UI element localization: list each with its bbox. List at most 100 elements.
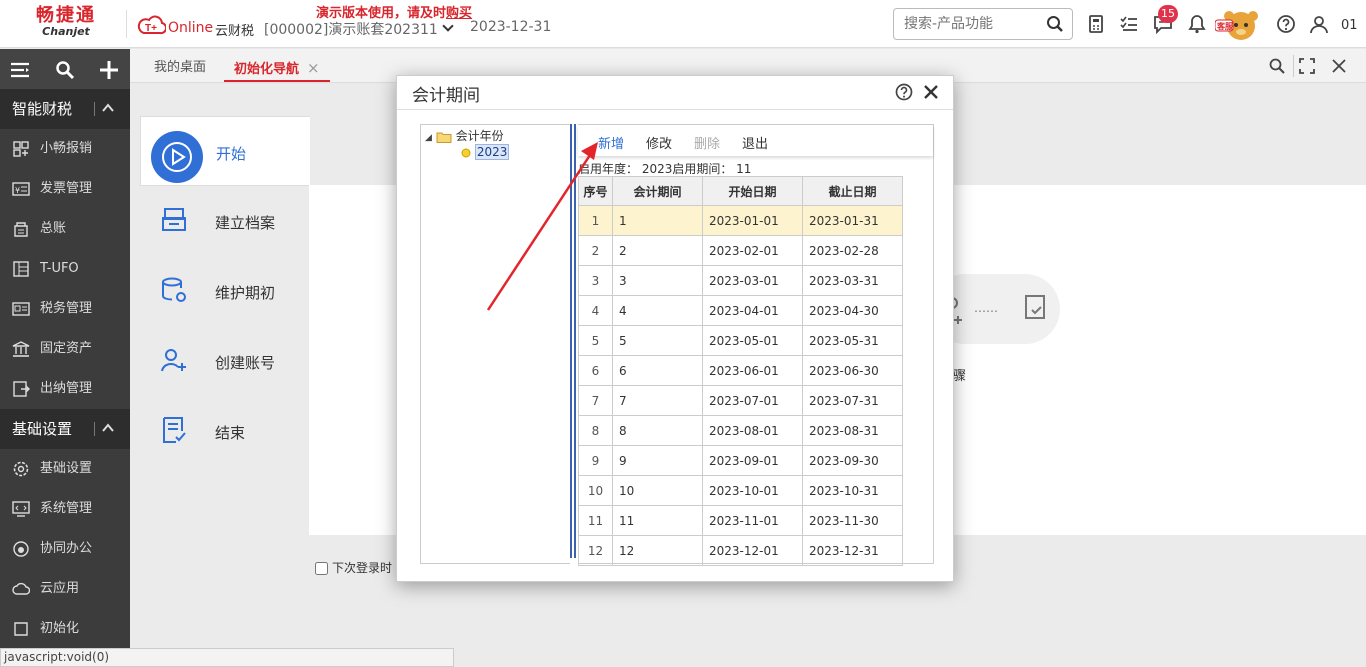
table-cell[interactable]: 11 [612,505,703,536]
table-row[interactable]: 1 1 2023-01-01 2023-01-31 [578,205,903,236]
tree-node-2023[interactable]: 2023 [461,144,510,160]
table-cell[interactable]: 2023-06-01 [702,355,803,386]
sidebar-item-expense[interactable]: 小畅报销 [0,129,130,169]
tree-root-node[interactable]: ◢ 会计年份 [425,127,504,144]
table-cell[interactable]: 9 [612,445,703,476]
delete-button[interactable]: 删除 [694,133,720,152]
next-login-checkbox[interactable] [315,562,328,575]
search-icon[interactable] [1046,15,1064,33]
column-header[interactable]: 开始日期 [702,176,803,206]
column-header[interactable]: 会计期间 [612,176,703,206]
table-cell[interactable]: 12 [578,535,613,566]
bell-icon[interactable] [1187,14,1207,34]
table-cell[interactable]: 4 [612,295,703,326]
sidebar-section-smart-finance[interactable]: 智能财税 [0,89,130,129]
table-cell[interactable]: 2023-03-31 [802,265,903,296]
table-cell[interactable]: 2023-09-01 [702,445,803,476]
account-selector[interactable]: [000002]演示账套202311 [264,19,454,39]
table-row[interactable]: 12 12 2023-12-01 2023-12-31 [578,535,903,566]
sidebar-item-ledger[interactable]: 总账 [0,209,130,249]
table-cell[interactable]: 3 [612,265,703,296]
table-cell[interactable]: 2023-07-01 [702,385,803,416]
table-cell[interactable]: 12 [612,535,703,566]
sidebar-item-tax[interactable]: 税务管理 [0,289,130,329]
table-cell[interactable]: 2023-06-30 [802,355,903,386]
table-cell[interactable]: 6 [612,355,703,386]
search-icon[interactable] [1268,57,1286,75]
table-cell[interactable]: 2023-01-31 [802,205,903,236]
table-cell[interactable]: 2023-12-31 [802,535,903,566]
table-cell[interactable]: 2023-11-01 [702,505,803,536]
table-cell[interactable]: 2023-08-31 [802,415,903,446]
help-icon[interactable] [1276,14,1296,34]
buy-link[interactable]: 购买 [446,6,472,21]
column-header[interactable]: 序号 [578,176,613,206]
table-cell[interactable]: 5 [612,325,703,356]
wizard-step-archive[interactable]: 建立档案 [140,186,310,256]
table-cell[interactable]: 2023-04-01 [702,295,803,326]
table-row[interactable]: 5 5 2023-05-01 2023-05-31 [578,325,903,356]
table-cell[interactable]: 7 [578,385,613,416]
table-cell[interactable]: 2023-05-31 [802,325,903,356]
table-row[interactable]: 7 7 2023-07-01 2023-07-31 [578,385,903,416]
search-icon[interactable] [55,60,75,80]
table-cell[interactable]: 2023-02-01 [702,235,803,266]
table-cell[interactable]: 10 [612,475,703,506]
sidebar-item-fixed-assets[interactable]: 固定资产 [0,329,130,369]
table-cell[interactable]: 2023-08-01 [702,415,803,446]
chanjet-logo[interactable]: 畅捷通 Chanjet [20,6,112,38]
table-row[interactable]: 8 8 2023-08-01 2023-08-31 [578,415,903,446]
sidebar-section-basic-settings[interactable]: 基础设置 [0,409,130,449]
close-icon[interactable] [922,83,940,101]
fullscreen-icon[interactable] [1298,57,1316,75]
close-icon[interactable] [1330,57,1348,75]
table-cell[interactable]: 2023-02-28 [802,235,903,266]
table-row[interactable]: 6 6 2023-06-01 2023-06-30 [578,355,903,386]
edit-button[interactable]: 修改 [646,133,672,152]
table-cell[interactable]: 2023-11-30 [802,505,903,536]
sidebar-item-collab[interactable]: 协同办公 [0,529,130,569]
table-cell[interactable]: 8 [578,415,613,446]
table-cell[interactable]: 1 [612,205,703,236]
sidebar-item-invoice[interactable]: ¥ 发票管理 [0,169,130,209]
table-row[interactable]: 2 2 2023-02-01 2023-02-28 [578,235,903,266]
calculator-icon[interactable] [1086,14,1106,34]
sidebar-item-cloud-apps[interactable]: 云应用 [0,569,130,609]
pane-splitter[interactable] [570,124,576,558]
table-cell[interactable]: 11 [578,505,613,536]
product-search[interactable] [893,8,1073,40]
table-cell[interactable]: 2 [612,235,703,266]
wizard-step-create-account[interactable]: 创建账号 [140,326,310,396]
column-header[interactable]: 截止日期 [802,176,903,206]
next-login-option[interactable]: 下次登录时 [315,559,392,576]
search-input[interactable] [894,9,1034,39]
table-cell[interactable]: 2023-01-01 [702,205,803,236]
sidebar-item-basic-settings[interactable]: 基础设置 [0,449,130,489]
add-button[interactable]: 新增 [598,133,624,152]
help-icon[interactable] [895,83,913,101]
table-cell[interactable]: 2023-07-31 [802,385,903,416]
table-cell[interactable]: 3 [578,265,613,296]
table-row[interactable]: 3 3 2023-03-01 2023-03-31 [578,265,903,296]
sidebar-item-system[interactable]: 系统管理 [0,489,130,529]
wizard-step-opening[interactable]: 维护期初 [140,256,310,326]
table-cell[interactable]: 2 [578,235,613,266]
table-cell[interactable]: 2023-05-01 [702,325,803,356]
table-cell[interactable]: 4 [578,295,613,326]
table-cell[interactable]: 2023-03-01 [702,265,803,296]
table-cell[interactable]: 1 [578,205,613,236]
user-name[interactable]: 01 [1341,18,1358,33]
table-cell[interactable]: 2023-10-01 [702,475,803,506]
table-cell[interactable]: 6 [578,355,613,386]
menu-toggle-icon[interactable] [10,60,30,80]
add-icon[interactable] [99,60,119,80]
table-cell[interactable]: 10 [578,475,613,506]
table-cell[interactable]: 2023-10-31 [802,475,903,506]
user-icon[interactable] [1309,14,1329,34]
table-cell[interactable]: 2023-12-01 [702,535,803,566]
close-tab-icon[interactable]: × [307,49,320,87]
wizard-step-start[interactable]: 开始 [140,116,310,186]
table-cell[interactable]: 2023-09-30 [802,445,903,476]
table-cell[interactable]: 8 [612,415,703,446]
exit-button[interactable]: 退出 [742,133,768,152]
